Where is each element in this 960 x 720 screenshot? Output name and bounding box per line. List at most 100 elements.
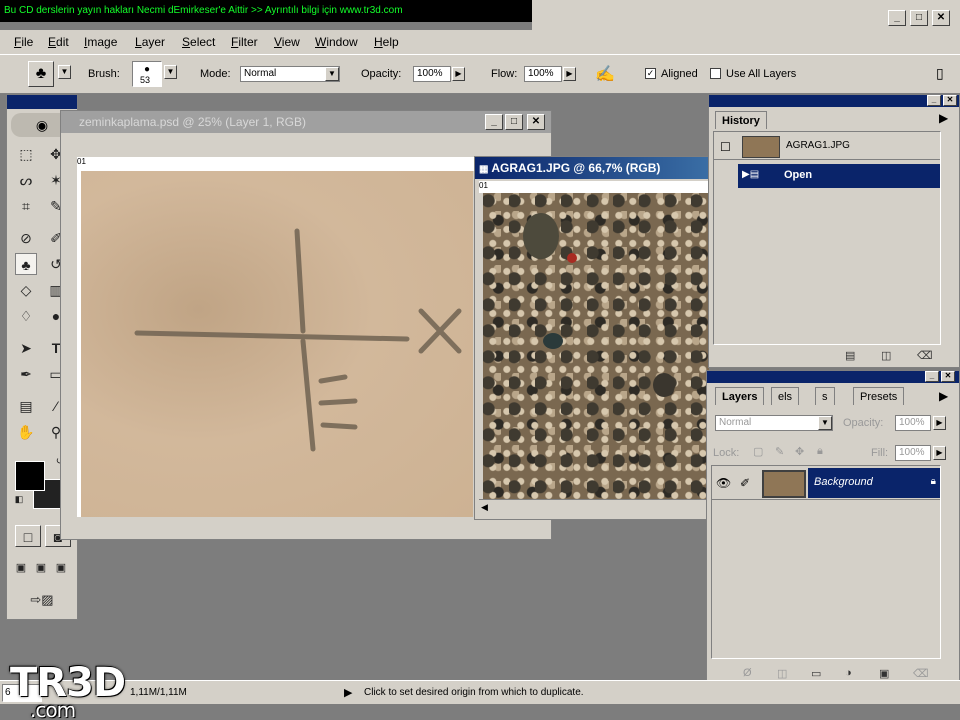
menu-view[interactable]: View <box>274 35 300 49</box>
brush-preview[interactable]: ● 53 <box>132 61 162 87</box>
menu-layer[interactable]: Layer <box>135 35 165 49</box>
screen-mode-full-icon[interactable]: ▣ <box>51 557 71 579</box>
doc2-file-icon: ▦ <box>479 164 489 175</box>
fill-label: Fill: <box>871 447 889 459</box>
fill-input[interactable]: 100% <box>895 445 931 461</box>
history-item-open[interactable]: ▶▤ Open <box>738 164 940 188</box>
blur-tool-icon[interactable]: ♢ <box>15 305 37 327</box>
layers-panel-title-bar <box>707 371 959 383</box>
tab-history[interactable]: History <box>715 111 767 129</box>
layer-row-background[interactable]: 👁︎ ✐ Background 🔒︎ <box>712 468 940 500</box>
tab-layers[interactable]: Layers <box>715 387 765 405</box>
menu-help[interactable]: Help <box>374 35 399 49</box>
standard-mode-icon[interactable]: □ <box>15 525 41 547</box>
layer-opacity-arrow[interactable]: ▶ <box>933 416 946 430</box>
palette-well-icon[interactable]: ▯ <box>936 65 944 82</box>
preset-dropdown-arrow[interactable]: ▼ <box>58 65 71 79</box>
jump-to-imageready-icon[interactable]: ⇨▨ <box>15 589 69 611</box>
eraser-tool-icon[interactable]: ◇ <box>15 279 37 301</box>
history-panel: _ ✕ History ▶ ☐ AGRAG1.JPG ▶▤ Open ▤ ◫ ⌫ <box>708 94 960 368</box>
pen-tool-icon[interactable]: ✒ <box>15 363 37 385</box>
chevron-down-icon: ▼ <box>818 416 832 430</box>
layer-visibility-eye-icon[interactable]: 👁︎ <box>716 476 731 490</box>
doc2-title-bar[interactable]: ▦ AGRAG1.JPG @ 66,7% (RGB) <box>475 157 709 179</box>
brush-dropdown-arrow[interactable]: ▼ <box>164 65 177 79</box>
history-snapshot-row[interactable]: ☐ AGRAG1.JPG <box>714 134 940 160</box>
doc2-canvas-terrazzo[interactable] <box>483 193 709 499</box>
layers-menu-arrow-icon[interactable]: ▶ <box>939 389 948 403</box>
new-document-from-state-icon[interactable]: ▤ <box>845 349 855 362</box>
doc1-title-bar[interactable]: zeminkaplama.psd @ 25% (Layer 1, RGB) <box>61 111 551 133</box>
status-arrow-icon[interactable]: ▶ <box>344 686 352 699</box>
mode-select[interactable]: Normal ▼ <box>240 66 340 82</box>
menu-edit[interactable]: Edit <box>48 35 69 49</box>
menu-window[interactable]: Window <box>315 35 358 49</box>
new-layer-icon[interactable]: ▣ <box>879 667 889 680</box>
close-button[interactable]: ✕ <box>932 10 950 26</box>
default-colors-icon[interactable]: ◧ <box>13 493 25 505</box>
menu-image[interactable]: Image <box>84 35 117 49</box>
aligned-checkbox[interactable]: ✓ <box>645 68 656 79</box>
history-panel-minimize-button[interactable]: _ <box>927 95 941 106</box>
path-selection-tool-icon[interactable]: ➤ <box>15 337 37 359</box>
clone-stamp-tool-icon[interactable]: ♣ <box>15 253 37 275</box>
layers-panel-minimize-button[interactable]: _ <box>925 371 939 382</box>
status-bar: 6 1,11M/1,11M ▶ Click to set desired ori… <box>0 680 960 704</box>
menu-select[interactable]: Select <box>182 35 215 49</box>
screen-mode-standard-icon[interactable]: ▣ <box>11 557 31 579</box>
use-all-layers-checkbox[interactable] <box>710 68 721 79</box>
tab-channels[interactable]: els <box>771 387 800 405</box>
new-set-icon[interactable]: ▭ <box>811 667 821 680</box>
lock-all-icon[interactable]: 🔒︎ <box>817 445 823 458</box>
history-panel-close-button[interactable]: ✕ <box>943 95 957 106</box>
airbrush-icon[interactable]: ✍ <box>595 64 615 84</box>
blend-mode-select[interactable]: Normal ▼ <box>715 415 833 431</box>
doc1-maximize-button[interactable]: □ <box>505 114 523 130</box>
history-brush-source-icon[interactable]: ☐ <box>720 140 731 154</box>
menu-bar: File Edit Image Layer Select Filter View… <box>0 30 960 54</box>
doc2-horizontal-scrollbar[interactable]: ◀ <box>479 499 709 517</box>
screen-mode-full-menu-icon[interactable]: ▣ <box>31 557 51 579</box>
document-size: 1,11M/1,11M <box>130 687 187 698</box>
new-snapshot-icon[interactable]: ◫ <box>881 349 891 362</box>
doc1-canvas[interactable] <box>81 171 473 517</box>
tab-paths[interactable]: s <box>815 387 835 405</box>
history-item-label: Open <box>784 169 813 181</box>
marquee-tool-icon[interactable]: ⬚ <box>15 143 37 165</box>
layer-style-icon[interactable]: Ø <box>743 667 752 679</box>
history-menu-arrow-icon[interactable]: ▶ <box>939 111 948 125</box>
hand-tool-icon[interactable]: ✋ <box>15 421 37 443</box>
scroll-left-arrow-icon[interactable]: ◀ <box>481 502 488 513</box>
delete-layer-icon[interactable]: ⌫ <box>913 667 929 680</box>
doc1-close-button[interactable]: ✕ <box>527 114 545 130</box>
menu-file[interactable]: File <box>14 35 33 49</box>
clone-stamp-preset-icon[interactable]: ♣ <box>28 61 54 87</box>
flow-slider-arrow[interactable]: ▶ <box>563 67 576 81</box>
layer-opacity-input[interactable]: 100% <box>895 415 931 431</box>
delete-state-icon[interactable]: ⌫ <box>917 349 933 362</box>
app-title-strip: _ □ ✕ <box>532 0 960 30</box>
opacity-input[interactable]: 100% <box>413 66 451 82</box>
maximize-button[interactable]: □ <box>910 10 928 26</box>
fill-arrow[interactable]: ▶ <box>933 446 946 460</box>
options-bar: ♣ ▼ Brush: ● 53 ▼ Mode: Normal ▼ Opacity… <box>0 54 960 94</box>
lock-position-icon[interactable]: ✥ <box>795 445 804 458</box>
adjustment-layer-icon[interactable]: ◑ <box>845 667 852 679</box>
layers-panel-close-button[interactable]: ✕ <box>941 371 955 382</box>
crop-tool-icon[interactable]: ⌗ <box>15 195 37 217</box>
notes-tool-icon[interactable]: ▤ <box>15 395 37 417</box>
foreground-color-swatch[interactable] <box>15 461 45 491</box>
flow-input[interactable]: 100% <box>524 66 562 82</box>
minimize-button[interactable]: _ <box>888 10 906 26</box>
menu-filter[interactable]: Filter <box>231 35 258 49</box>
lock-image-icon[interactable]: ✎ <box>775 445 784 458</box>
layer-mask-icon[interactable]: ◫ <box>777 667 787 680</box>
aligned-label: Aligned <box>661 68 698 80</box>
layer-lock-icon: 🔒︎ <box>930 476 936 487</box>
lasso-tool-icon[interactable]: ᔕ <box>15 169 37 191</box>
lock-transparent-icon[interactable]: ▢ <box>753 445 763 458</box>
doc1-minimize-button[interactable]: _ <box>485 114 503 130</box>
healing-brush-tool-icon[interactable]: ⊘ <box>15 227 37 249</box>
tab-presets[interactable]: Presets <box>853 387 905 405</box>
opacity-slider-arrow[interactable]: ▶ <box>452 67 465 81</box>
